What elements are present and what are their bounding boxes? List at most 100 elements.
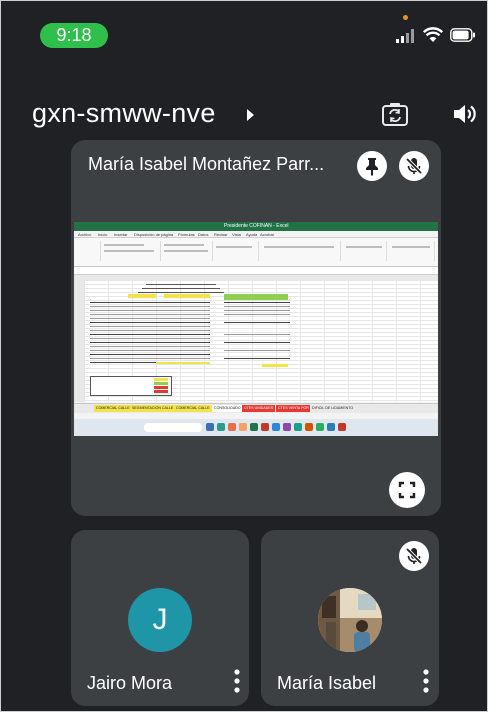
ribbon-tab[interactable]: Inicio	[98, 232, 107, 237]
header-cell	[224, 294, 288, 300]
chevron-right-icon[interactable]	[244, 108, 256, 122]
table-line	[224, 310, 290, 311]
ribbon-tab[interactable]: Insertar	[114, 232, 128, 237]
ribbon-control	[392, 246, 430, 248]
time-pill[interactable]: 9:18	[40, 23, 108, 48]
ribbon-control	[164, 250, 208, 252]
taskbar-search[interactable]	[144, 423, 202, 432]
sheet-title-line	[146, 284, 216, 285]
avatar: J	[128, 588, 192, 652]
mic-off-icon	[405, 547, 423, 565]
excel-titlebar: Presidente COFINAN - Excel	[74, 222, 438, 231]
taskbar-app-icon[interactable]	[338, 423, 346, 431]
mic-off-badge	[399, 151, 429, 181]
more-vert-icon[interactable]	[232, 668, 242, 694]
sheet-tab[interactable]: CTES UNIDADES	[242, 405, 276, 412]
ribbon-group	[76, 241, 101, 261]
ribbon-tab[interactable]: Ayuda	[246, 232, 257, 237]
table-line	[90, 322, 210, 323]
profile-photo-image	[318, 588, 382, 652]
table-line	[90, 330, 210, 331]
sheet-tab[interactable]: DIFICIL DE LIDAMIENTO	[310, 405, 356, 412]
battery-icon	[450, 28, 475, 42]
highlight-cell	[156, 362, 210, 364]
highlight-cell	[154, 382, 168, 385]
table-line	[90, 334, 210, 335]
participant-tile-jairo[interactable]: J Jairo Mora	[71, 530, 249, 706]
ribbon-tab[interactable]: Archivo	[78, 232, 91, 237]
speaker-icon[interactable]	[452, 102, 478, 126]
pin-button[interactable]	[357, 151, 387, 181]
participant-name: María Isabel	[277, 673, 377, 693]
participant-tile-maria[interactable]: María Isabel	[261, 530, 439, 706]
taskbar-app-icon[interactable]	[239, 423, 247, 431]
table-line	[90, 342, 210, 343]
windows-taskbar	[74, 419, 438, 436]
taskbar-app-icon[interactable]	[250, 423, 258, 431]
header-cell	[128, 294, 156, 298]
ribbon-group	[342, 241, 387, 261]
avatar-photo	[318, 588, 382, 652]
taskbar-app-icon[interactable]	[294, 423, 302, 431]
ribbon-control	[104, 250, 154, 252]
highlight-cell	[262, 364, 288, 367]
ribbon-tab[interactable]: Vista	[232, 232, 241, 237]
table-line	[224, 314, 290, 315]
ribbon-tab[interactable]: Datos	[198, 232, 208, 237]
table-line	[224, 342, 290, 343]
taskbar-app-icon[interactable]	[305, 423, 313, 431]
taskbar-app-icon[interactable]	[327, 423, 335, 431]
taskbar-app-icon[interactable]	[272, 423, 280, 431]
taskbar-app-icon[interactable]	[316, 423, 324, 431]
signal-icon	[396, 29, 414, 43]
shared-screen: Presidente COFINAN - Excel Archivo Inici…	[74, 222, 438, 436]
taskbar-app-icon[interactable]	[283, 423, 291, 431]
ribbon-tab[interactable]: Acrobat	[260, 232, 274, 237]
pin-icon	[366, 158, 378, 176]
ribbon-control	[164, 244, 204, 246]
sheet-tab[interactable]: COMERCIAL CALLE	[174, 405, 212, 412]
sheet-title-line	[138, 292, 224, 293]
table-line	[224, 306, 290, 307]
taskbar-app-icon[interactable]	[228, 423, 236, 431]
mic-off-badge	[399, 541, 429, 571]
excel-formula-bar	[74, 267, 438, 275]
table-line	[224, 358, 290, 359]
sheet-tab[interactable]: COMERCIAL CALLE	[94, 405, 132, 412]
ribbon-tab[interactable]: Revisar	[214, 232, 228, 237]
table-line	[90, 358, 210, 359]
taskbar-app-icon[interactable]	[261, 423, 269, 431]
table-line	[224, 334, 290, 335]
ribbon-tab[interactable]: Disposición de página	[134, 232, 173, 237]
table-line	[90, 310, 210, 311]
taskbar-app-icon[interactable]	[217, 423, 225, 431]
mic-indicator-dot	[403, 15, 408, 20]
excel-sheet-tabs: COMERCIAL CALLE SEGMENTACION CALLE COMER…	[74, 403, 438, 413]
table-line	[90, 350, 210, 351]
highlight-cell	[154, 378, 168, 381]
ribbon-control	[264, 246, 334, 248]
ribbon-control	[346, 246, 382, 248]
ribbon-control	[216, 246, 252, 248]
sheet-tab[interactable]: CTES VENTA POR	[276, 405, 311, 412]
ribbon-control	[104, 244, 144, 246]
ribbon-group	[260, 241, 341, 261]
sheet-tab[interactable]: CONSOLIDADO	[212, 405, 243, 412]
table-line	[90, 306, 210, 307]
excel-title: Presidente COFINAN - Excel	[224, 223, 289, 229]
taskbar-app-icon[interactable]	[206, 423, 214, 431]
ribbon-tab[interactable]: Fórmulas	[178, 232, 195, 237]
excel-ribbon	[74, 238, 438, 267]
switch-camera-icon[interactable]	[381, 101, 409, 127]
ribbon-group	[388, 241, 435, 261]
fullscreen-icon	[398, 481, 416, 499]
sheet-tab[interactable]: SEGMENTACION CALLE	[130, 405, 176, 412]
presenter-tile[interactable]: María Isabel Montañez Parr... Presidente…	[71, 140, 441, 516]
more-vert-icon[interactable]	[421, 668, 431, 694]
fullscreen-button[interactable]	[389, 472, 425, 508]
meeting-code[interactable]: gxn-smww-nve	[32, 98, 216, 129]
table-line	[224, 350, 290, 351]
table-line	[90, 326, 210, 327]
highlight-cell	[154, 386, 168, 389]
table-line	[224, 302, 290, 303]
